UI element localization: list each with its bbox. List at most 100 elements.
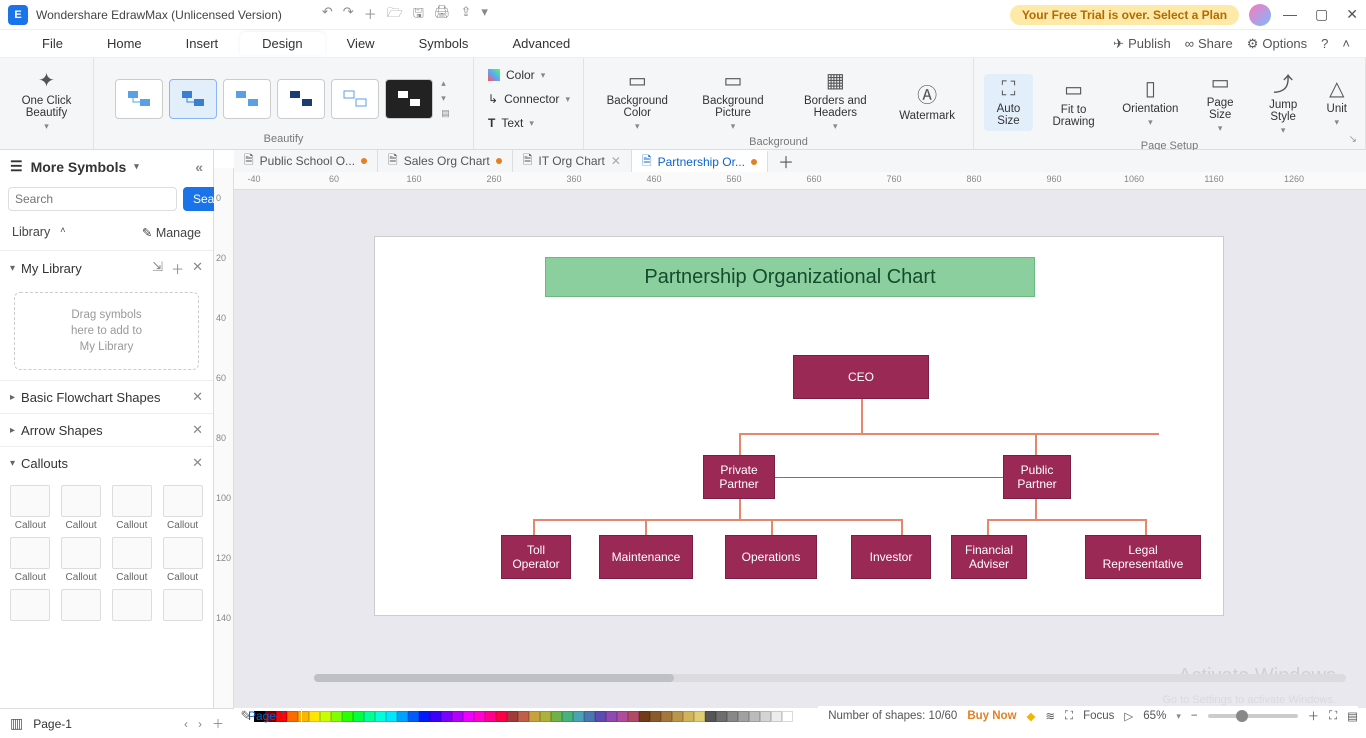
palette-swatch[interactable] (474, 711, 485, 722)
menu-view[interactable]: View (325, 32, 397, 55)
jump-style-button[interactable]: ⤴Jump Style▾ (1254, 64, 1313, 140)
palette-swatch[interactable] (342, 711, 353, 722)
zoom-out-icon[interactable]: − (1191, 710, 1198, 722)
node-ceo[interactable]: CEO (793, 355, 929, 399)
palette-swatch[interactable] (353, 711, 364, 722)
palette-swatch[interactable] (441, 711, 452, 722)
callout-item[interactable]: Callout (8, 537, 53, 583)
watermark-button[interactable]: ⒶWatermark (891, 75, 963, 126)
menu-design[interactable]: Design (240, 32, 324, 55)
drawing-page[interactable]: Partnership Organizational Chart CEO Pri… (374, 236, 1224, 616)
palette-swatch[interactable] (540, 711, 551, 722)
style-preset-5[interactable] (331, 79, 379, 119)
close-section-icon[interactable]: ✕ (192, 422, 203, 438)
palette-swatch[interactable] (485, 711, 496, 722)
callout-item[interactable]: Callout (110, 537, 155, 583)
node-legal[interactable]: Legal Representative (1085, 535, 1201, 579)
symbol-panel-title[interactable]: More Symbols (31, 159, 127, 175)
palette-swatch[interactable] (562, 711, 573, 722)
connector[interactable] (739, 433, 741, 455)
palette-swatch[interactable] (364, 711, 375, 722)
my-library-header[interactable]: ▾ My Library ⇲＋✕ (0, 251, 213, 286)
connector[interactable] (1145, 519, 1147, 535)
palette-swatch[interactable] (419, 711, 430, 722)
maximize-icon[interactable]: ▢ (1315, 6, 1328, 23)
zoom-in-icon[interactable]: ＋ (1308, 708, 1320, 724)
page-selector[interactable]: Page-1 (33, 717, 174, 731)
pagesetup-launcher-icon[interactable]: ↘ (1345, 134, 1361, 147)
style-preset-3[interactable] (223, 79, 271, 119)
connector[interactable] (987, 519, 1147, 521)
palette-swatch[interactable] (617, 711, 628, 722)
callout-item[interactable]: Callout (160, 537, 205, 583)
node-toll[interactable]: Toll Operator (501, 535, 571, 579)
node-ops[interactable]: Operations (725, 535, 817, 579)
node-inv[interactable]: Investor (851, 535, 931, 579)
qat-more-icon[interactable]: ▾ (481, 4, 488, 26)
search-input[interactable] (8, 187, 177, 211)
palette-swatch[interactable] (551, 711, 562, 722)
undo-icon[interactable]: ↶ (322, 4, 333, 26)
connector[interactable] (739, 499, 741, 519)
callout-item[interactable] (160, 589, 205, 621)
focus-button[interactable]: Focus (1083, 710, 1114, 722)
menu-advanced[interactable]: Advanced (490, 32, 592, 55)
zoom-slider-knob[interactable] (1236, 710, 1248, 722)
menu-file[interactable]: File (20, 32, 85, 55)
callout-item[interactable]: Callout (59, 485, 104, 531)
borders-headers-button[interactable]: ▦Borders and Headers▾ (785, 64, 885, 136)
palette-swatch[interactable] (584, 711, 595, 722)
style-preset-2[interactable] (169, 79, 217, 119)
callout-item[interactable] (59, 589, 104, 621)
layers-icon[interactable]: ≋ (1045, 709, 1055, 723)
connector[interactable] (987, 519, 989, 535)
node-public[interactable]: Public Partner (1003, 455, 1071, 499)
palette-swatch[interactable] (749, 711, 760, 722)
palette-swatch[interactable] (694, 711, 705, 722)
palette-swatch[interactable] (628, 711, 639, 722)
palette-swatch[interactable] (782, 711, 793, 722)
palette-swatch[interactable] (463, 711, 474, 722)
connector[interactable] (1035, 499, 1037, 519)
callouts-header[interactable]: ▾ Callouts ✕ (0, 447, 213, 479)
palette-swatch[interactable] (507, 711, 518, 722)
doc-tab-2[interactable]: 🗎IT Org Chart✕ (513, 150, 632, 172)
add-page-icon[interactable]: ＋ (212, 715, 224, 732)
palette-swatch[interactable] (716, 711, 727, 722)
chart-title[interactable]: Partnership Organizational Chart (545, 257, 1035, 297)
palette-swatch[interactable] (606, 711, 617, 722)
fit-page-icon[interactable]: ⛶ (1329, 710, 1337, 723)
style-preset-1[interactable] (115, 79, 163, 119)
close-section-icon[interactable]: ✕ (192, 389, 203, 405)
share-button[interactable]: ∞Share (1185, 36, 1233, 52)
palette-swatch[interactable] (386, 711, 397, 722)
palette-swatch[interactable] (650, 711, 661, 722)
unit-button[interactable]: △Unit▾ (1319, 72, 1355, 132)
palette-swatch[interactable] (595, 711, 606, 722)
scrollbar-thumb[interactable] (314, 674, 674, 682)
save-icon[interactable]: 🖫 (413, 4, 424, 26)
canvas[interactable]: Partnership Organizational Chart CEO Pri… (234, 190, 1366, 708)
palette-swatch[interactable] (309, 711, 320, 722)
callout-item[interactable] (8, 589, 53, 621)
prev-page-icon[interactable]: ‹ (184, 717, 188, 731)
minimize-icon[interactable]: — (1283, 6, 1297, 23)
collapse-ribbon-icon[interactable]: ˄ (1342, 36, 1350, 52)
panel-collapse-icon[interactable]: « (195, 159, 203, 175)
fit-to-drawing-button[interactable]: ▭Fit to Drawing (1039, 73, 1108, 132)
one-click-beautify-button[interactable]: ✦ One Click Beautify ▾ (14, 64, 80, 136)
orientation-button[interactable]: ▯Orientation▾ (1114, 72, 1186, 132)
panel-toggle-icon[interactable]: ▤ (1347, 709, 1358, 723)
options-button[interactable]: ⚙Options (1247, 36, 1307, 52)
callout-item[interactable]: Callout (59, 537, 104, 583)
connector[interactable] (533, 519, 535, 535)
callout-item[interactable]: Callout (110, 485, 155, 531)
palette-swatch[interactable] (639, 711, 650, 722)
connector[interactable] (901, 519, 903, 535)
palette-swatch[interactable] (320, 711, 331, 722)
palette-swatch[interactable] (452, 711, 463, 722)
connector[interactable] (771, 519, 773, 535)
style-preset-4[interactable] (277, 79, 325, 119)
library-link[interactable]: Library (12, 225, 50, 240)
buy-now-link[interactable]: Buy Now (967, 710, 1016, 722)
